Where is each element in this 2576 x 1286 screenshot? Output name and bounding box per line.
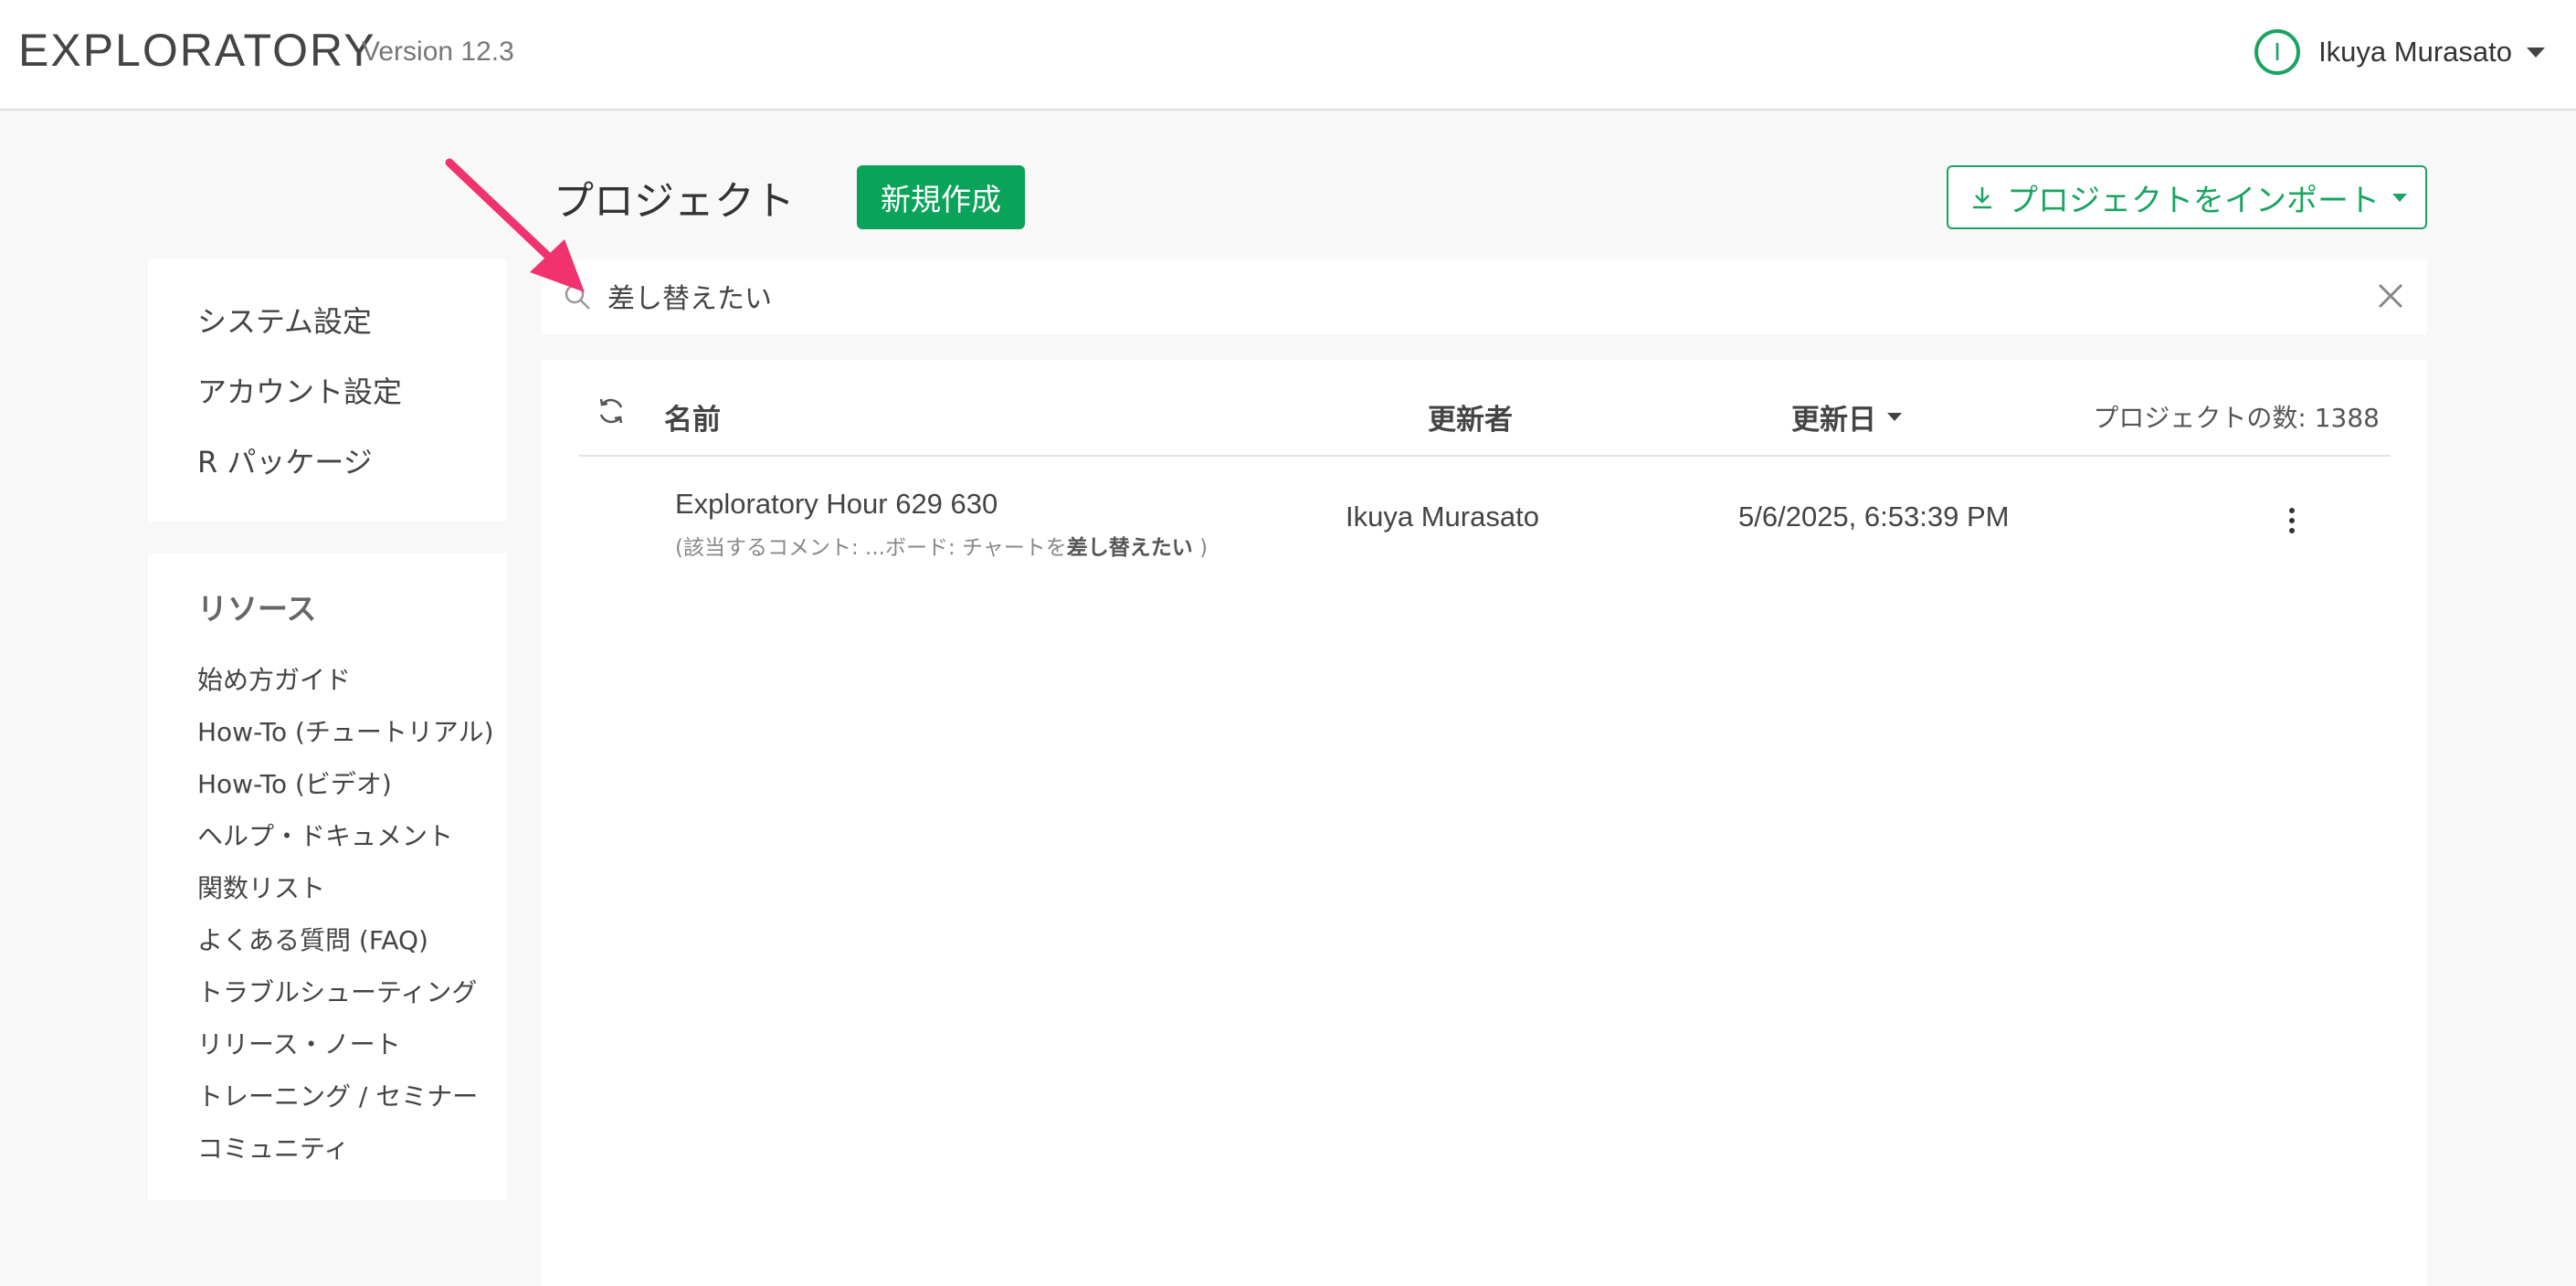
close-icon[interactable] xyxy=(2376,281,2405,311)
project-name[interactable]: Exploratory Hour 629 630 xyxy=(675,488,998,521)
search-input[interactable] xyxy=(607,279,2252,311)
resource-link-training[interactable]: トレーニング / セミナー xyxy=(197,1077,478,1113)
column-header-updater[interactable]: 更新者 xyxy=(1428,396,1513,437)
sidebar-item-system-settings[interactable]: システム設定 xyxy=(197,299,372,341)
resource-link-howto-tutorial[interactable]: How-To (チュートリアル) xyxy=(197,712,494,749)
resource-link-troubleshooting[interactable]: トラブルシューティング xyxy=(197,973,477,1009)
refresh-icon[interactable] xyxy=(596,396,626,426)
download-icon xyxy=(1973,187,1991,209)
annotation-arrow-icon xyxy=(445,158,585,292)
project-updater: Ikuya Murasato xyxy=(1346,501,1539,532)
import-button-label: プロジェクトをインポート xyxy=(2007,182,2380,219)
search-bar xyxy=(542,259,2427,334)
resource-link-faq[interactable]: よくある質問 (FAQ) xyxy=(197,921,428,957)
column-header-name[interactable]: 名前 xyxy=(664,396,721,437)
column-header-date-label: 更新日 xyxy=(1791,404,1876,437)
resource-link-function-list[interactable]: 関数リスト xyxy=(197,869,325,905)
project-count: プロジェクトの数: 1388 xyxy=(2093,403,2380,433)
new-project-button[interactable]: 新規作成 xyxy=(857,165,1025,229)
app-logo[interactable]: EXPLORATORY xyxy=(18,24,376,77)
version-label: Version 12.3 xyxy=(362,37,514,67)
sort-desc-icon xyxy=(1887,413,1902,421)
project-list: 名前 更新者 更新日 プロジェクトの数: 1388 Exploratory Ho… xyxy=(542,360,2427,1286)
comment-match: 差し替えたい xyxy=(1066,536,1193,560)
top-bar: EXPLORATORY Version 12.3 I Ikuya Murasat… xyxy=(0,0,2576,111)
sidebar-item-r-packages[interactable]: R パッケージ xyxy=(197,439,373,481)
caret-down-icon xyxy=(2527,47,2545,58)
list-header: 名前 更新者 更新日 プロジェクトの数: 1388 xyxy=(578,360,2391,457)
user-menu[interactable]: I Ikuya Murasato xyxy=(2254,27,2545,77)
resource-link-release-notes[interactable]: リリース・ノート xyxy=(197,1025,401,1061)
column-header-date[interactable]: 更新日 xyxy=(1791,396,1902,437)
caret-down-icon xyxy=(2392,193,2407,202)
comment-prefix: (該当するコメント: ...ボード: チャートを xyxy=(675,536,1067,560)
resource-link-help-docs[interactable]: ヘルプ・ドキュメント xyxy=(197,817,453,853)
project-updated-date: 5/6/2025, 6:53:39 PM xyxy=(1738,501,2010,532)
resource-link-community[interactable]: コミュニティ xyxy=(197,1129,349,1165)
resource-link-howto-video[interactable]: How-To (ビデオ) xyxy=(197,764,392,801)
user-name: Ikuya Murasato xyxy=(2318,36,2512,68)
comment-suffix: ) xyxy=(1192,536,1209,560)
matched-comment: (該当するコメント: ...ボード: チャートを差し替えたい ) xyxy=(675,530,1208,561)
sidebar-item-account-settings[interactable]: アカウント設定 xyxy=(197,369,402,411)
resource-link-getting-started[interactable]: 始め方ガイド xyxy=(197,660,351,697)
resources-heading: リソース xyxy=(197,591,317,627)
more-vertical-icon[interactable] xyxy=(2281,504,2303,537)
user-avatar-icon: I xyxy=(2254,29,2301,75)
import-project-button[interactable]: プロジェクトをインポート xyxy=(1947,165,2427,229)
resources-panel: リソース 始め方ガイド How-To (チュートリアル) How-To (ビデオ… xyxy=(148,553,506,1200)
